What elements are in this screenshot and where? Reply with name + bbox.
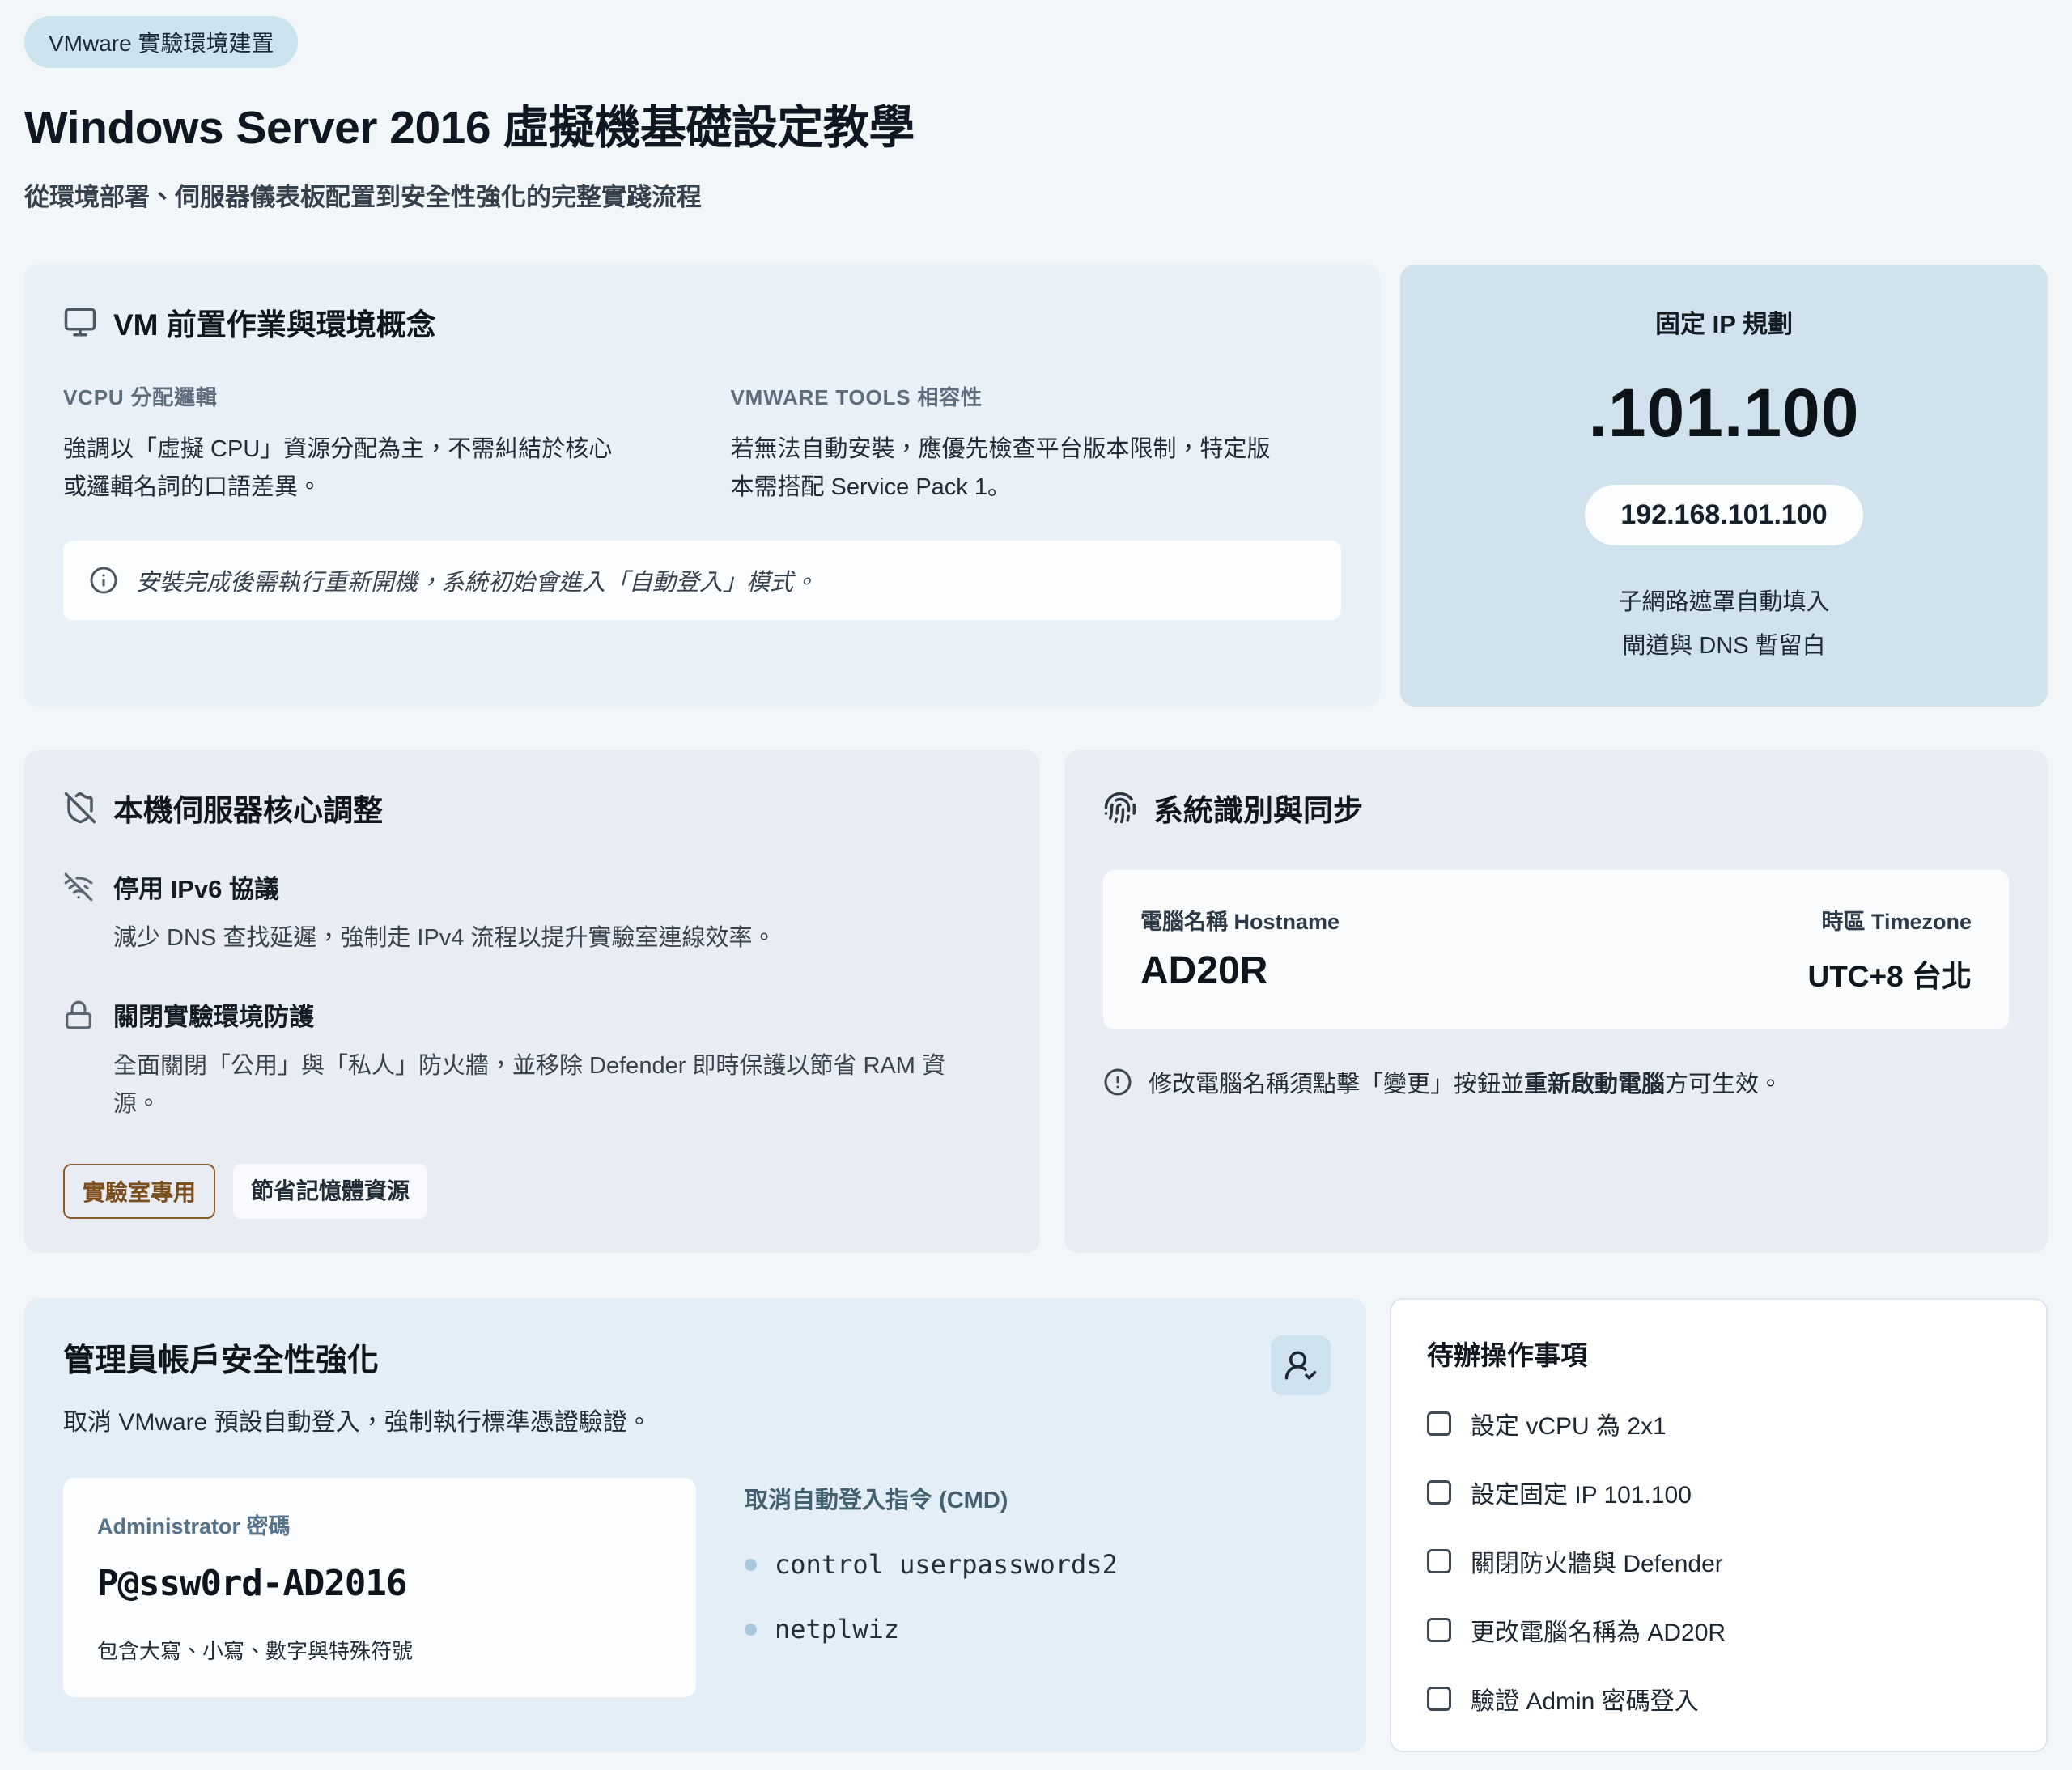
todo-item-vcpu: 設定 vCPU 為 2x1 <box>1427 1406 2010 1441</box>
vcpu-column: VCPU 分配邏輯 強調以「虛擬 CPU」資源分配為主，不需糾結於核心或邏輯名詞… <box>63 381 674 507</box>
note-prefix: 修改電腦名稱須點擊「變更」按鈕並 <box>1149 1072 1524 1097</box>
page-header: VMware 實驗環境建置 Windows Server 2016 虛擬機基礎設… <box>24 16 2048 213</box>
badge-vmware-lab: VMware 實驗環境建置 <box>24 16 298 68</box>
cmd-item: netplwiz <box>745 1614 1327 1645</box>
monitor-icon <box>63 305 97 339</box>
tuning-item-firewall: 關閉實驗環境防護 全面關閉「公用」與「私人」防火牆，並移除 Defender 即… <box>63 996 1001 1123</box>
fixed-ip-title: 固定 IP 規劃 <box>1655 303 1793 340</box>
info-icon <box>89 566 118 595</box>
checkbox-verify-login[interactable] <box>1427 1687 1451 1711</box>
system-identity-title: 系統識別與同步 <box>1153 786 1363 830</box>
vm-prep-note: 安裝完成後需執行重新開機，系統初始會進入「自動登入」模式。 <box>63 541 1341 620</box>
checkbox-fixed-ip[interactable] <box>1427 1480 1451 1505</box>
fixed-ip-full-value: 192.168.101.100 <box>1585 485 1862 545</box>
wifi-off-icon <box>63 872 94 957</box>
tuning-item-ipv6: 停用 IPv6 協議 減少 DNS 查找延遲，強制走 IPv4 流程以提升實驗室… <box>63 868 1001 957</box>
tuning-item-firewall-body: 關閉實驗環境防護 全面關閉「公用」與「私人」防火牆，並移除 Defender 即… <box>113 996 971 1123</box>
fingerprint-icon <box>1103 791 1137 825</box>
todo-item-verify-login: 驗證 Admin 密碼登入 <box>1427 1681 2010 1717</box>
todo-title: 待辦操作事項 <box>1427 1334 2010 1373</box>
lock-icon <box>63 1000 94 1123</box>
bullet-dot-icon <box>745 1624 757 1636</box>
tag-save-memory: 節省記憶體資源 <box>233 1164 427 1219</box>
admin-password-value: P@ssw0rd-AD2016 <box>97 1563 662 1604</box>
row-vm-and-ip: VM 前置作業與環境概念 VCPU 分配邏輯 強調以「虛擬 CPU」資源分配為主… <box>24 265 2048 707</box>
hostname-label: 電腦名稱 Hostname <box>1140 904 1340 936</box>
cmd-column: 取消自動登入指令 (CMD) control userpasswords2 ne… <box>745 1478 1327 1697</box>
page-title: Windows Server 2016 虛擬機基礎設定教學 <box>24 91 2048 157</box>
timezone-value: UTC+8 台北 <box>1807 952 1972 995</box>
card-vm-prep: VM 前置作業與環境概念 VCPU 分配邏輯 強調以「虛擬 CPU」資源分配為主… <box>24 265 1380 707</box>
subnet-note: 子網路遮罩自動填入 <box>1618 581 1829 625</box>
alert-circle-icon <box>1103 1068 1132 1097</box>
checkbox-rename[interactable] <box>1427 1618 1451 1642</box>
page-subtitle: 從環境部署、伺服器儀表板配置到安全性強化的完整實踐流程 <box>24 176 2048 213</box>
tuning-ipv6-desc: 減少 DNS 查找延遲，強制走 IPv4 流程以提升實驗室連線效率。 <box>113 919 776 957</box>
vm-prep-columns: VCPU 分配邏輯 強調以「虛擬 CPU」資源分配為主，不需糾結於核心或邏輯名詞… <box>63 381 1341 507</box>
timezone-block: 時區 Timezone UTC+8 台北 <box>1807 904 1972 995</box>
admin-security-content: Administrator 密碼 P@ssw0rd-AD2016 包含大寫、小寫… <box>63 1478 1327 1697</box>
server-tuning-header: 本機伺服器核心調整 <box>63 786 1001 830</box>
vcpu-text: 強調以「虛擬 CPU」資源分配為主，不需糾結於核心或邏輯名詞的口語差異。 <box>63 431 674 507</box>
server-tuning-title: 本機伺服器核心調整 <box>113 786 383 830</box>
timezone-label: 時區 Timezone <box>1807 904 1972 936</box>
todo-text-rename: 更改電腦名稱為 AD20R <box>1471 1612 1726 1648</box>
todo-text-fixed-ip: 設定固定 IP 101.100 <box>1471 1475 1692 1510</box>
card-admin-security: 管理員帳戶安全性強化 取消 VMware 預設自動登入，強制執行標準憑證驗證。 … <box>24 1298 1366 1752</box>
vmware-tools-text: 若無法自動安裝，應優先檢查平台版本限制，特定版本需搭配 Service Pack… <box>731 431 1342 507</box>
user-check-iconbox <box>1271 1335 1331 1395</box>
hostname-timezone-box: 電腦名稱 Hostname AD20R 時區 Timezone UTC+8 台北 <box>1103 870 2009 1029</box>
vm-prep-note-text: 安裝完成後需執行重新開機，系統初始會進入「自動登入」模式。 <box>136 563 817 597</box>
tuning-firewall-title: 關閉實驗環境防護 <box>113 996 971 1033</box>
todo-item-rename: 更改電腦名稱為 AD20R <box>1427 1612 2010 1648</box>
system-identity-header: 系統識別與同步 <box>1103 786 2009 830</box>
admin-password-hint: 包含大寫、小寫、數字與特殊符號 <box>97 1635 662 1665</box>
vm-prep-title: VM 前置作業與環境概念 <box>113 300 436 344</box>
hostname-value: AD20R <box>1140 949 1340 993</box>
vcpu-label: VCPU 分配邏輯 <box>63 381 674 411</box>
tag-lab-only: 實驗室專用 <box>63 1164 215 1219</box>
cmd-item: control userpasswords2 <box>745 1549 1327 1580</box>
todo-text-firewall: 關閉防火牆與 Defender <box>1471 1543 1723 1579</box>
vmware-tools-label: VMWARE TOOLS 相容性 <box>731 381 1342 411</box>
rename-restart-note: 修改電腦名稱須點擊「變更」按鈕並重新啟動電腦方可生效。 <box>1103 1065 2009 1099</box>
card-system-identity: 系統識別與同步 電腦名稱 Hostname AD20R 時區 Timezone … <box>1064 750 2048 1253</box>
cmd-netplwiz: netplwiz <box>775 1614 899 1645</box>
card-server-tuning: 本機伺服器核心調整 停用 IPv6 協議 減少 DNS 查找延遲，強制走 IPv… <box>24 750 1040 1253</box>
shield-off-icon <box>63 791 97 825</box>
tuning-firewall-desc: 全面關閉「公用」與「私人」防火牆，並移除 Defender 即時保護以節省 RA… <box>113 1047 971 1123</box>
note-bold: 重新啟動電腦 <box>1524 1072 1665 1097</box>
rename-restart-note-text: 修改電腦名稱須點擊「變更」按鈕並重新啟動電腦方可生效。 <box>1149 1065 1782 1099</box>
card-fixed-ip: 固定 IP 規劃 .101.100 192.168.101.100 子網路遮罩自… <box>1400 265 2048 707</box>
todo-text-vcpu: 設定 vCPU 為 2x1 <box>1471 1406 1667 1441</box>
hostname-block: 電腦名稱 Hostname AD20R <box>1140 904 1340 993</box>
todo-item-firewall: 關閉防火牆與 Defender <box>1427 1543 2010 1579</box>
vmware-tools-column: VMWARE TOOLS 相容性 若無法自動安裝，應優先檢查平台版本限制，特定版… <box>731 381 1342 507</box>
cmd-section-label: 取消自動登入指令 (CMD) <box>745 1481 1327 1515</box>
fixed-ip-notes: 子網路遮罩自動填入 閘道與 DNS 暫留白 <box>1618 581 1829 668</box>
tuning-item-ipv6-body: 停用 IPv6 協議 減少 DNS 查找延遲，強制走 IPv4 流程以提升實驗室… <box>113 868 776 957</box>
admin-password-box: Administrator 密碼 P@ssw0rd-AD2016 包含大寫、小寫… <box>63 1478 696 1697</box>
note-suffix: 方可生效。 <box>1665 1072 1782 1097</box>
todo-text-verify-login: 驗證 Admin 密碼登入 <box>1471 1681 1699 1717</box>
bullet-dot-icon <box>745 1559 757 1571</box>
admin-security-subtitle: 取消 VMware 預設自動登入，強制執行標準憑證驗證。 <box>63 1402 1327 1437</box>
tuning-tags: 實驗室專用 節省記憶體資源 <box>63 1164 1001 1219</box>
checkbox-vcpu[interactable] <box>1427 1411 1451 1436</box>
tuning-ipv6-title: 停用 IPv6 協議 <box>113 868 776 905</box>
admin-security-title: 管理員帳戶安全性強化 <box>63 1335 1327 1381</box>
cmd-userpasswords2: control userpasswords2 <box>775 1549 1118 1580</box>
vm-prep-header: VM 前置作業與環境概念 <box>63 300 1341 344</box>
gateway-dns-note: 閘道與 DNS 暫留白 <box>1618 625 1829 669</box>
row-admin-and-todo: 管理員帳戶安全性強化 取消 VMware 預設自動登入，強制執行標準憑證驗證。 … <box>24 1298 2048 1752</box>
user-check-icon <box>1284 1348 1318 1382</box>
row-tuning-and-identity: 本機伺服器核心調整 停用 IPv6 協議 減少 DNS 查找延遲，強制走 IPv… <box>24 750 2048 1253</box>
admin-password-label: Administrator 密碼 <box>97 1509 662 1540</box>
todo-item-fixed-ip: 設定固定 IP 101.100 <box>1427 1475 2010 1510</box>
checkbox-firewall[interactable] <box>1427 1549 1451 1573</box>
fixed-ip-short-value: .101.100 <box>1589 374 1860 452</box>
card-todo-checklist: 待辦操作事項 設定 vCPU 為 2x1 設定固定 IP 101.100 關閉防… <box>1390 1298 2048 1752</box>
